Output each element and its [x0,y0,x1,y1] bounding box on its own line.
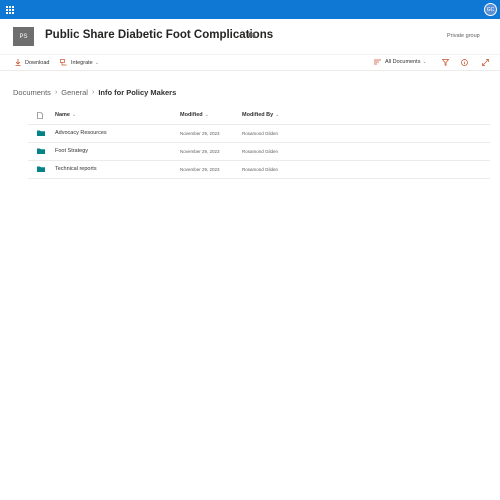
view-selector[interactable]: All Documents ⌄ [374,59,427,65]
column-header-modified-by[interactable]: Modified By ⌄ [242,112,279,118]
table-row[interactable]: Technical reports November 29, 2023 Rosa… [28,161,490,179]
filter-icon [442,59,449,66]
info-button[interactable] [461,59,472,66]
site-logo[interactable]: PS [13,27,34,46]
site-title[interactable]: Public Share Diabetic Foot Complications [45,29,273,41]
chevron-down-icon: ⌄ [422,59,427,65]
expand-icon [482,59,489,66]
chevron-down-icon: ⌄ [71,112,77,118]
document-list: Name ⌄ Modified ⌄ Modified By ⌄ Advocacy Re… [28,107,490,179]
breadcrumb-item-general[interactable]: General [61,88,88,97]
list-header: Name ⌄ Modified ⌄ Modified By ⌄ [28,107,490,125]
download-button[interactable]: Download [15,59,49,66]
file-name[interactable]: Technical reports [55,166,97,172]
view-label: All Documents [385,59,421,65]
column-header-modified[interactable]: Modified ⌄ [180,112,209,118]
folder-icon [37,148,45,156]
download-icon [15,59,21,66]
privacy-label: Private group [447,33,480,39]
expand-button[interactable] [482,59,493,66]
modified-date: November 29, 2023 [180,149,220,154]
breadcrumb-current: Info for Policy Makers [98,88,177,97]
command-bar: Download Integrate ⌄ All Documents ⌄ [0,54,500,71]
suite-bar: GC [0,0,500,19]
table-row[interactable]: Advocacy Resources November 29, 2023 Ros… [28,125,490,143]
chevron-down-icon: ⌄ [204,112,209,118]
file-type-header-icon[interactable] [37,112,43,121]
teams-icon[interactable] [248,31,256,39]
chevron-right-icon: › [91,89,95,96]
chevron-right-icon: › [54,89,58,96]
integrate-icon [60,59,67,66]
integrate-button[interactable]: Integrate ⌄ [60,59,99,66]
folder-icon [37,166,45,174]
folder-icon [37,130,45,138]
modified-by: Rosamond Gilden [242,131,279,136]
file-name[interactable]: Foot Strategy [55,148,88,154]
modified-by: Rosamond Gilden [242,167,279,172]
filter-button[interactable] [442,59,453,66]
app-launcher-icon[interactable] [6,6,14,14]
info-icon [461,59,468,66]
chevron-down-icon: ⌄ [275,112,280,118]
modified-date: November 29, 2023 [180,131,220,136]
user-avatar[interactable]: GC [484,3,497,16]
download-label: Download [25,59,50,66]
integrate-label: Integrate [71,59,93,66]
breadcrumb: Documents › General › Info for Policy Ma… [13,88,176,97]
modified-date: November 29, 2023 [180,167,220,172]
modified-by: Rosamond Gilden [242,149,279,154]
breadcrumb-item-documents[interactable]: Documents [13,88,51,97]
view-options-icon [374,59,381,65]
file-name[interactable]: Advocacy Resources [55,130,107,136]
table-row[interactable]: Foot Strategy November 29, 2023 Rosamond… [28,143,490,161]
chevron-down-icon: ⌄ [94,59,99,66]
column-header-name[interactable]: Name ⌄ [55,112,76,118]
